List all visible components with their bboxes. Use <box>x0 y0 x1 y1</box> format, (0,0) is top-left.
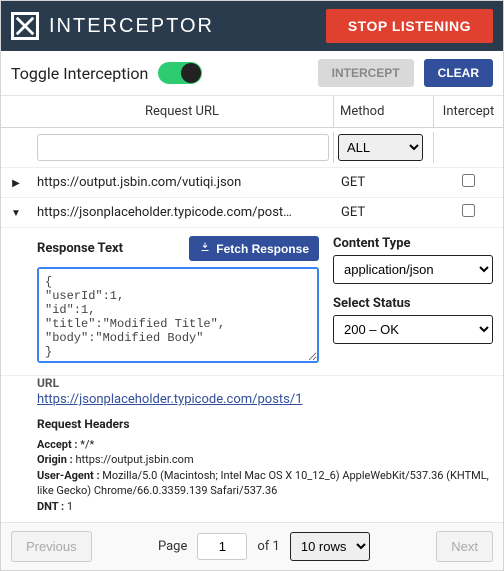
pagination-bar: Previous Page of 1 10 rows Next <box>1 522 503 570</box>
toggle-interception-switch[interactable] <box>158 62 202 84</box>
request-detail-extra: URL https://jsonplaceholder.typicode.com… <box>1 376 503 522</box>
request-row: https://output.jsbin.com/vutiqi.json GET <box>1 168 503 198</box>
app-logo-icon <box>11 12 39 40</box>
content-type-label: Content Type <box>333 236 493 251</box>
next-page-button[interactable]: Next <box>436 531 493 562</box>
status-select[interactable]: 200 – OK <box>333 315 493 344</box>
clear-button[interactable]: CLEAR <box>424 59 493 87</box>
table-header: Request URL Method Intercept <box>1 96 503 128</box>
request-headers-title: Request Headers <box>37 417 493 431</box>
intercept-checkbox[interactable] <box>462 174 475 187</box>
header-line: Origin : https://output.jsbin.com <box>37 452 493 467</box>
request-detail-panel: Response Text Fetch Response Content Typ… <box>1 228 503 376</box>
select-status-label: Select Status <box>333 296 493 311</box>
intercept-checkbox[interactable] <box>462 204 475 217</box>
column-header-intercept: Intercept <box>433 96 503 127</box>
request-method-cell: GET <box>333 205 433 220</box>
detail-url-label: URL <box>37 376 493 390</box>
expand-row-icon[interactable] <box>12 175 20 190</box>
fetch-response-label: Fetch Response <box>216 242 309 256</box>
request-url-cell[interactable]: https://output.jsbin.com/vutiqi.json <box>31 175 333 190</box>
response-body-textarea[interactable] <box>37 267 319 363</box>
page-label: Page <box>158 539 187 554</box>
url-filter-input[interactable] <box>37 134 329 161</box>
fetch-response-button[interactable]: Fetch Response <box>189 236 319 261</box>
content-type-select[interactable]: application/json <box>333 255 493 284</box>
app-title: INTERCEPTOR <box>49 15 316 38</box>
request-method-cell: GET <box>333 175 433 190</box>
download-icon <box>199 241 211 256</box>
method-filter-select[interactable]: ALL <box>338 134 423 161</box>
column-header-url: Request URL <box>31 96 333 127</box>
page-of-label: of 1 <box>257 539 279 554</box>
rows-per-page-select[interactable]: 10 rows <box>290 532 370 561</box>
collapse-row-icon[interactable] <box>11 205 21 220</box>
toolbar: Toggle Interception INTERCEPT CLEAR <box>1 51 503 96</box>
stop-listening-button[interactable]: STOP LISTENING <box>326 9 493 43</box>
header-line: DNT : 1 <box>37 499 493 514</box>
request-row: https://jsonplaceholder.typicode.com/pos… <box>1 198 503 228</box>
toggle-interception-label: Toggle Interception <box>11 64 148 83</box>
header-line: Accept : */* <box>37 437 493 452</box>
response-text-label: Response Text <box>37 241 123 256</box>
detail-full-url-link[interactable]: https://jsonplaceholder.typicode.com/pos… <box>37 392 493 407</box>
header-line: User-Agent : Mozilla/5.0 (Macintosh; Int… <box>37 468 493 499</box>
intercept-button[interactable]: INTERCEPT <box>318 59 414 87</box>
page-number-input[interactable] <box>197 533 247 560</box>
request-url-cell[interactable]: https://jsonplaceholder.typicode.com/pos… <box>31 205 333 220</box>
previous-page-button[interactable]: Previous <box>11 531 92 562</box>
filter-row: ALL <box>1 128 503 168</box>
app-header: INTERCEPTOR STOP LISTENING <box>1 1 503 51</box>
column-header-method: Method <box>333 96 433 127</box>
